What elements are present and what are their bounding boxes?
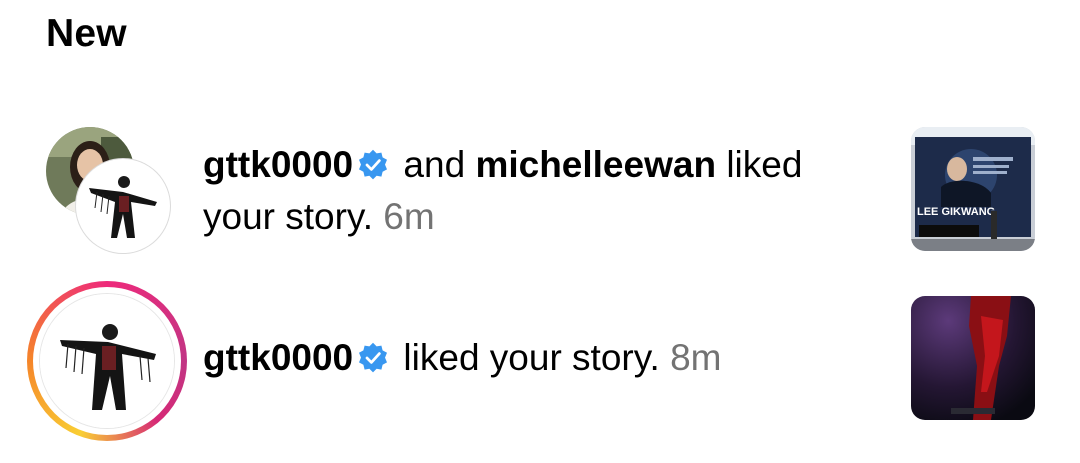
story-thumbnail[interactable] bbox=[911, 296, 1035, 420]
avatar-gttk0000[interactable] bbox=[76, 159, 170, 253]
notification-text: gttk0000 and michelleewan liked your sto… bbox=[203, 139, 863, 243]
timestamp: 8m bbox=[670, 337, 722, 378]
notification-text: gttk0000 liked your story. 8m bbox=[203, 332, 863, 384]
timestamp: 6m bbox=[383, 196, 435, 237]
username-link[interactable]: gttk0000 bbox=[203, 337, 353, 378]
section-title-new: New bbox=[46, 12, 127, 55]
verified-badge-icon bbox=[359, 149, 388, 180]
notification-row[interactable]: gttk0000 liked your story. 8m bbox=[0, 280, 1080, 441]
action-text: liked your story. bbox=[403, 337, 660, 378]
verified-badge-icon bbox=[359, 342, 388, 373]
story-ring[interactable] bbox=[27, 281, 187, 441]
story-thumbnail[interactable]: LEE GIKWANG bbox=[911, 127, 1035, 251]
username-link[interactable]: michelleewan bbox=[475, 144, 716, 185]
connector-text: and bbox=[403, 144, 466, 185]
action-text: liked bbox=[726, 144, 803, 185]
username-link[interactable]: gttk0000 bbox=[203, 144, 353, 185]
notification-row[interactable]: gttk0000 and michelleewan liked your sto… bbox=[0, 125, 1080, 255]
action-text: your story. bbox=[203, 196, 373, 237]
avatar-gttk0000[interactable] bbox=[40, 294, 174, 428]
thumbnail-caption: LEE GIKWANG bbox=[917, 206, 995, 218]
stacked-avatars[interactable] bbox=[46, 127, 170, 253]
